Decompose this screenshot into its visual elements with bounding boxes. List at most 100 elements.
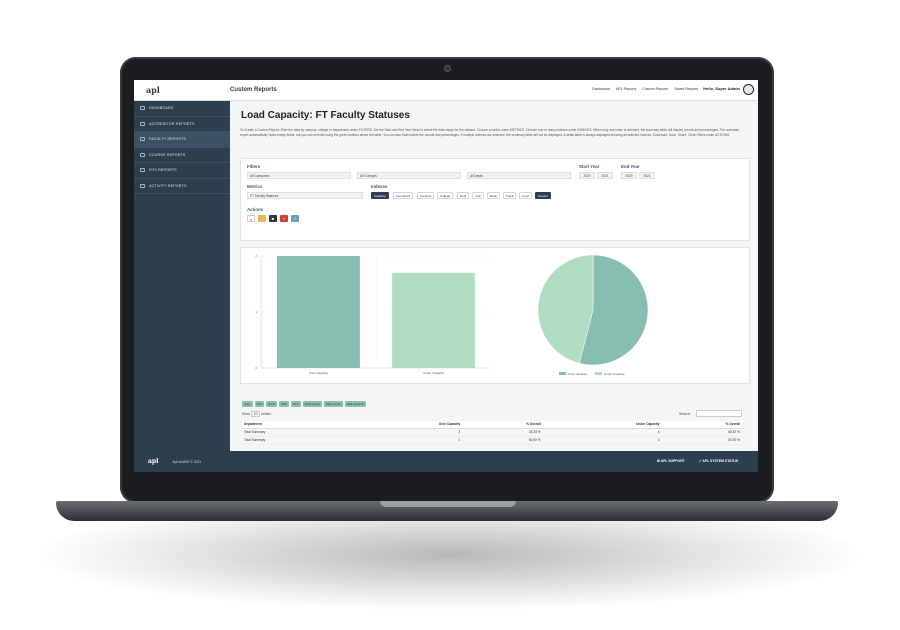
app-logo[interactable]: apl [134, 80, 230, 101]
avatar[interactable] [743, 84, 754, 95]
sidebar-item-fos-reports[interactable]: FOS REPORTS [134, 163, 230, 179]
dept-select[interactable]: All Depts [467, 172, 571, 179]
col-pct-overall[interactable]: % Overall [462, 421, 543, 429]
hide-percents-button[interactable]: Hide percents [344, 401, 366, 407]
col-over-capacity[interactable]: Over Capacity [351, 421, 463, 429]
pie-chart: Over Capacity Under Capacity [537, 254, 649, 376]
table-row: Total Summary 1 50.00 % 3 50.00 % [242, 436, 742, 445]
y-tick-label: 2 [255, 254, 257, 258]
hide-counts-button[interactable]: Hide counts [323, 401, 343, 407]
end-year-label: End Year [621, 164, 640, 169]
apl-support-link[interactable]: ⚙ APL SUPPORT [657, 459, 685, 463]
index-chip-capacity[interactable]: Capacity [371, 192, 389, 199]
main-content: Load Capacity: FT Faculty Statuses To Cr… [230, 101, 758, 451]
y-tick-label: 0 [255, 366, 257, 370]
nav-dashboard[interactable]: Dashboard [592, 87, 610, 91]
start-year-from[interactable]: 2020 [579, 172, 595, 179]
download-icon-button[interactable]: ↓ [258, 215, 266, 222]
laptop-notch [380, 501, 516, 507]
user-greeting[interactable]: Hello, Super Admin [703, 86, 740, 91]
charts-panel: 0 1 2 Over Capacity Under Capacity Over Capa… [240, 247, 750, 384]
end-year-from[interactable]: 2020 [621, 172, 637, 179]
index-chip-rank[interactable]: Rank [487, 192, 501, 199]
export-print-button[interactable]: Print [290, 401, 301, 407]
top-nav: Dashboard APL Reports Custom Reports Sav… [592, 87, 698, 91]
legend-label: Under Capacity [604, 372, 625, 376]
index-chip-year[interactable]: Year [472, 192, 485, 199]
x-tick-label: Over Capacity [309, 371, 329, 375]
report-icon [140, 183, 145, 188]
search-icon-button[interactable]: ⌕ [247, 215, 255, 222]
x-tick-label: Under Capacity [423, 371, 444, 375]
entries-control: Show 10 entries [242, 411, 271, 417]
metrics-label: Metrics [247, 184, 263, 189]
camera-icon [444, 65, 451, 72]
footer-logo: apl [148, 458, 159, 465]
legend-swatch [559, 372, 566, 375]
start-year-label: Start Year [579, 164, 600, 169]
end-year-to[interactable]: 2021 [639, 172, 655, 179]
apl-system-status-link[interactable]: ✓ APL SYSTEM STATUS [699, 459, 738, 463]
index-chip-track[interactable]: Track [503, 192, 517, 199]
nav-saved-reports[interactable]: Saved Reports [674, 87, 698, 91]
export-buttons: Copy CSV Excel PDF Print Show empty Hide… [242, 401, 366, 407]
export-excel-button[interactable]: Excel [266, 401, 278, 407]
index-chip-inst-series[interactable]: Inst Series [393, 192, 414, 199]
y-tick-label: 1 [255, 310, 257, 314]
index-chip-level[interactable]: Level [519, 192, 533, 199]
nav-custom-reports[interactable]: Custom Reports [642, 87, 668, 91]
sidebar-item-activity-reports[interactable]: ACTIVITY REPORTS [134, 179, 230, 194]
sidebar-item-dashboard[interactable]: DASHBOARD [134, 101, 230, 117]
page-title: Load Capacity: FT Faculty Statuses [241, 110, 410, 121]
app-title: Custom Reports [230, 87, 277, 93]
sidebar-item-faculty-reports[interactable]: FACULTY REPORTS [134, 132, 230, 148]
college-select[interactable]: All Colleges [357, 172, 461, 179]
laptop-stage: apl Custom Reports Dashboard APL Reports… [0, 0, 900, 630]
sidebar: DASHBOARD ACCREDITOR REPORTS FACULTY REP… [134, 101, 230, 451]
nav-apl-reports[interactable]: APL Reports [616, 87, 636, 91]
search-input[interactable] [696, 410, 742, 417]
charts-svg: 0 1 2 Over Capacity Under Capacity Over Capa… [255, 254, 649, 376]
laptop-screen: apl Custom Reports Dashboard APL Reports… [134, 80, 758, 472]
clear-icon-button[interactable]: × [280, 215, 288, 222]
page-description: To Create a Custom Report: Filter the da… [240, 128, 740, 137]
footer-links: ⚙ APL SUPPORT ✓ APL SYSTEM STATUS [657, 459, 738, 463]
table-header-row: Department Over Capacity % Overall Under… [242, 421, 742, 429]
report-icon [140, 152, 145, 157]
bar [392, 272, 475, 368]
col-under-capacity[interactable]: Under Capacity [542, 421, 662, 429]
index-chip-gender[interactable]: Gender [535, 192, 552, 199]
start-year-to[interactable]: 2021 [597, 172, 613, 179]
filters-panel: Filters All Campuses All Colleges All De… [240, 158, 750, 241]
share-icon-button[interactable]: ↗ [291, 215, 299, 222]
app-topbar: apl Custom Reports Dashboard APL Reports… [134, 80, 758, 101]
save-icon-button[interactable]: ■ [269, 215, 277, 222]
export-pdf-button[interactable]: PDF [279, 401, 289, 407]
dashboard-icon [140, 106, 145, 111]
app-footer: apl Apl nextED © 2021 ⚙ APL SUPPORT ✓ AP… [134, 451, 758, 472]
entries-select[interactable]: 10 [250, 411, 261, 417]
campus-select[interactable]: All Campuses [247, 172, 351, 179]
sidebar-item-course-reports[interactable]: COURSE REPORTS [134, 148, 230, 163]
index-chip-college[interactable]: College [437, 192, 454, 199]
indexes-label: Indexes [371, 184, 388, 189]
legend-label: Over Capacity [568, 372, 588, 376]
table-row: Total Summary 2 33.33 % 4 66.67 % [242, 428, 742, 437]
index-chip-dept[interactable]: Dept [457, 192, 470, 199]
metric-select[interactable]: FT Faculty Statuses [247, 192, 363, 199]
export-csv-button[interactable]: CSV [254, 401, 265, 407]
col-department[interactable]: Department [242, 421, 352, 429]
legend-swatch [595, 372, 602, 375]
col-pct-overall-2[interactable]: % Overall [661, 421, 742, 429]
export-copy-button[interactable]: Copy [242, 401, 253, 407]
bar [277, 256, 360, 368]
index-chip-campus[interactable]: Campus [417, 192, 435, 199]
summary-table: Department Over Capacity % Overall Under… [242, 421, 742, 445]
footer-copyright: Apl nextED © 2021 [172, 459, 202, 464]
bar-chart: 0 1 2 Over Capacity Under Capacity [255, 254, 491, 375]
show-empty-button[interactable]: Show empty [302, 401, 322, 407]
filters-label: Filters [247, 164, 261, 169]
search-label: Search: [679, 412, 691, 416]
report-icon [140, 137, 145, 142]
sidebar-item-accreditor-reports[interactable]: ACCREDITOR REPORTS [134, 117, 230, 132]
